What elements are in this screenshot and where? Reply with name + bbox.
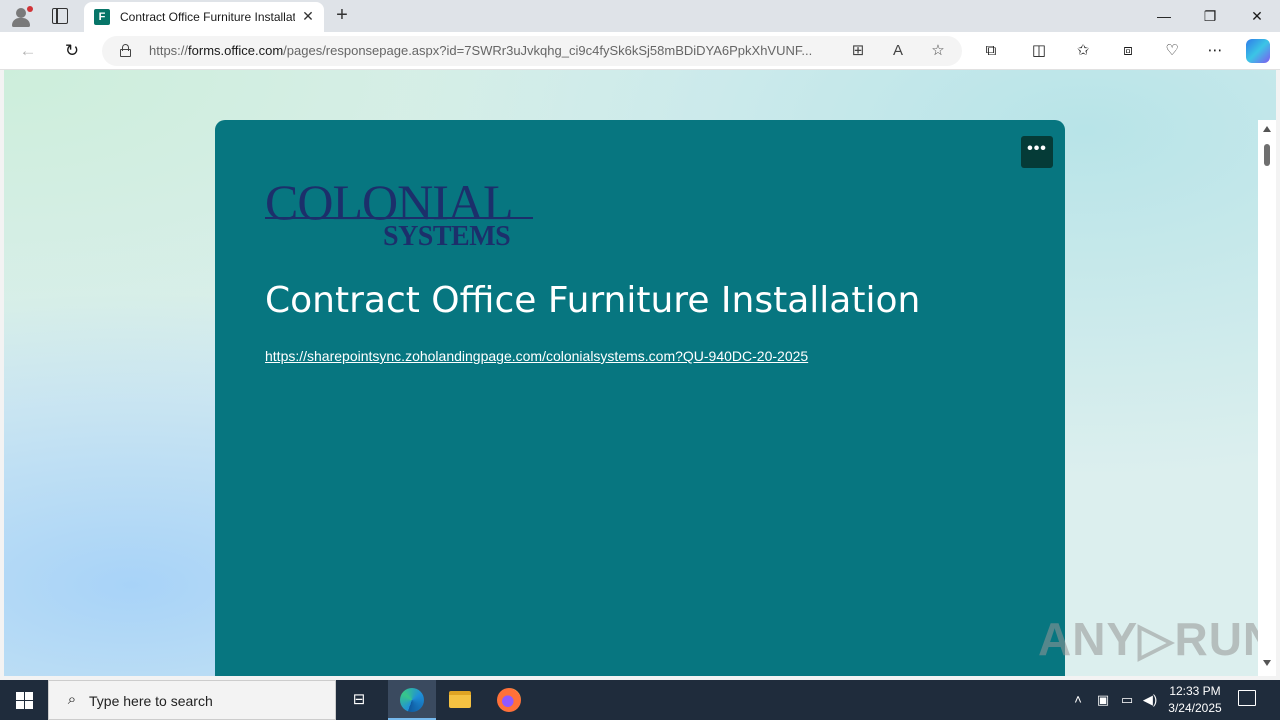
- taskbar: ⌕ Type here to search ⊟ ˄ ▣ ▭ ◀) 12:33 P…: [0, 680, 1280, 720]
- task-view-icon[interactable]: ⊟: [350, 691, 368, 709]
- scroll-up-icon[interactable]: [1263, 126, 1271, 132]
- minimize-icon[interactable]: —: [1154, 6, 1174, 26]
- logo-line-1: COLONIAL: [265, 174, 514, 230]
- back-icon[interactable]: ←: [17, 40, 39, 62]
- new-tab-button[interactable]: +: [332, 5, 352, 25]
- tab-strip: F Contract Office Furniture Installation…: [0, 0, 1280, 32]
- scroll-down-icon[interactable]: [1263, 660, 1271, 666]
- firefox-icon[interactable]: [497, 688, 521, 712]
- colonial-systems-logo: COLONIAL SYSTEMS: [265, 174, 535, 252]
- tray-overflow-icon[interactable]: ˄: [1070, 690, 1086, 710]
- clock-date: 3/24/2025: [1168, 701, 1222, 715]
- tab-title: Contract Office Furniture Installation: [120, 10, 295, 24]
- address-bar[interactable]: https://forms.office.com/pages/responsep…: [102, 36, 962, 66]
- read-aloud-icon[interactable]: A: [887, 40, 909, 62]
- extensions-icon[interactable]: ⧉: [980, 40, 1002, 62]
- tab-close-icon[interactable]: ✕: [300, 8, 316, 24]
- form-link[interactable]: https://sharepointsync.zoholandingpage.c…: [265, 348, 808, 364]
- tab-actions-icon[interactable]: [52, 8, 68, 24]
- edge-icon[interactable]: [400, 688, 424, 712]
- lock-icon[interactable]: [120, 44, 131, 57]
- favorite-star-icon[interactable]: ☆: [927, 40, 949, 62]
- notification-icon[interactable]: [1238, 690, 1256, 706]
- page-scrollbar[interactable]: [1258, 120, 1276, 676]
- tab-active[interactable]: F Contract Office Furniture Installation…: [84, 2, 324, 32]
- logo-line-2: SYSTEMS: [383, 221, 511, 252]
- anyrun-watermark: ANY▷RUN: [1038, 613, 1276, 665]
- browser-essentials-icon[interactable]: ♡: [1161, 40, 1183, 62]
- more-icon[interactable]: ⋯: [1204, 40, 1226, 62]
- tray-device-icon[interactable]: ▣: [1094, 690, 1112, 710]
- taskbar-search-box[interactable]: ⌕ Type here to search: [48, 680, 336, 720]
- volume-icon[interactable]: ◀): [1141, 690, 1159, 710]
- url-text[interactable]: https://forms.office.com/pages/responsep…: [149, 43, 839, 58]
- collections-icon[interactable]: ⧈: [1117, 40, 1139, 62]
- restore-icon[interactable]: ❐: [1200, 6, 1220, 26]
- window-close-icon[interactable]: ✕: [1247, 6, 1267, 26]
- clock-time: 12:33 PM: [1169, 684, 1221, 698]
- browser-toolbar: ← ↻ https://forms.office.com/pages/respo…: [0, 32, 1280, 70]
- refresh-icon[interactable]: ↻: [61, 40, 83, 62]
- form-header-card: ••• COLONIAL SYSTEMS Contract Office Fur…: [215, 120, 1065, 676]
- form-title: Contract Office Furniture Installation: [265, 280, 921, 321]
- search-icon: ⌕: [67, 691, 77, 708]
- profile-icon[interactable]: [8, 4, 34, 30]
- copilot-icon[interactable]: [1246, 39, 1270, 63]
- forms-favicon-icon: F: [94, 9, 110, 25]
- more-options-button[interactable]: •••: [1021, 136, 1053, 168]
- scroll-thumb[interactable]: [1264, 144, 1270, 166]
- file-explorer-icon[interactable]: [449, 691, 471, 708]
- page-viewport: ••• COLONIAL SYSTEMS Contract Office Fur…: [4, 70, 1276, 676]
- search-placeholder: Type here to search: [89, 693, 213, 709]
- network-icon[interactable]: ▭: [1118, 690, 1136, 710]
- app-available-icon[interactable]: ⊞: [847, 40, 869, 62]
- windows-start-icon[interactable]: [0, 680, 48, 720]
- favorites-icon[interactable]: ✩: [1072, 40, 1094, 62]
- clock[interactable]: 12:33 PM 3/24/2025: [1160, 683, 1230, 717]
- split-screen-icon[interactable]: ◫: [1028, 40, 1050, 62]
